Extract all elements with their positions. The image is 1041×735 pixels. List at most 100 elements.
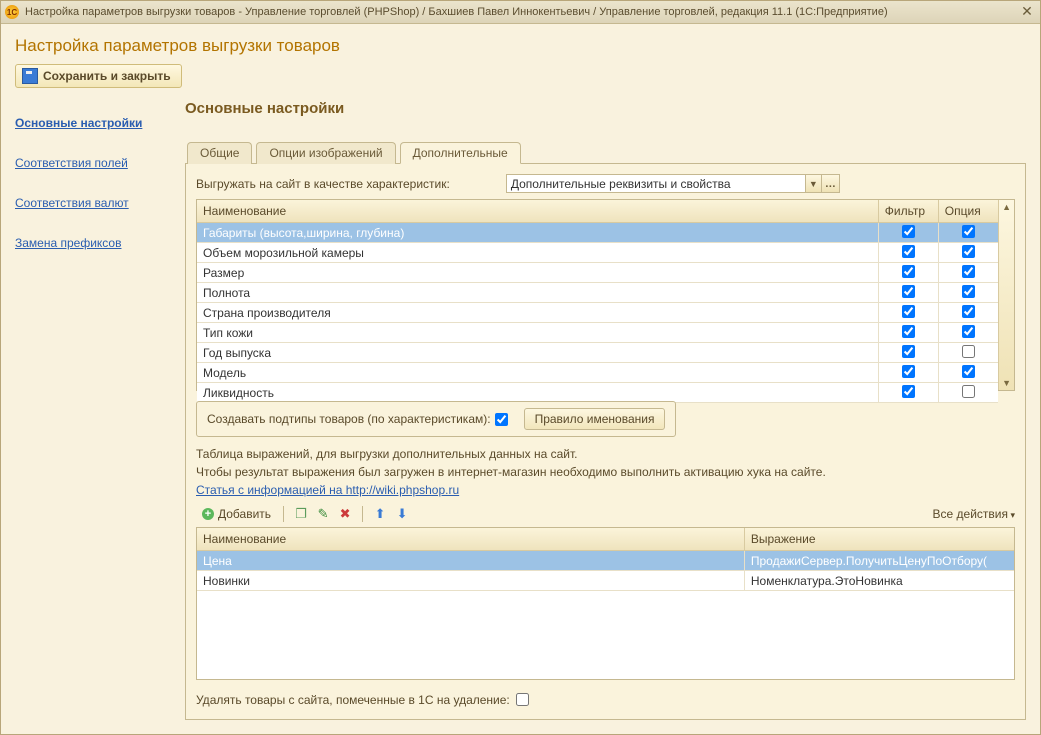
grid-blank-area[interactable] xyxy=(197,591,1014,679)
scroll-up-icon[interactable]: ▲ xyxy=(1002,200,1011,214)
sidebar-item-main-settings[interactable]: Основные настройки xyxy=(15,116,185,130)
option-checkbox[interactable] xyxy=(962,345,975,358)
sidebar-item-currency-mapping[interactable]: Соответствия валют xyxy=(15,196,185,210)
edit-icon[interactable]: ✎ xyxy=(315,506,331,522)
cell-option[interactable] xyxy=(938,383,998,403)
table-row[interactable]: Размер xyxy=(197,263,998,283)
titlebar: 1C Настройка параметров выгрузки товаров… xyxy=(1,1,1040,24)
cell-filter[interactable] xyxy=(878,323,938,343)
tab-image-options[interactable]: Опции изображений xyxy=(256,142,395,164)
export-characteristics-row: Выгружать на сайт в качестве характерист… xyxy=(196,174,1015,193)
ellipsis-button[interactable]: … xyxy=(822,174,840,193)
cell-name[interactable]: Габариты (высота,ширина, глубина) xyxy=(197,223,878,243)
cell-filter[interactable] xyxy=(878,263,938,283)
sidebar-item-prefix-replace[interactable]: Замена префиксов xyxy=(15,236,185,250)
cell-expr[interactable]: Номенклатура.ЭтоНовинка xyxy=(744,571,1014,591)
option-checkbox[interactable] xyxy=(962,305,975,318)
delete-icon[interactable]: ✖ xyxy=(337,506,353,522)
cell-filter[interactable] xyxy=(878,363,938,383)
col-expr[interactable]: Выражение xyxy=(744,528,1014,551)
col-filter[interactable]: Фильтр xyxy=(878,200,938,223)
cell-option[interactable] xyxy=(938,323,998,343)
toolbar: Сохранить и закрыть xyxy=(15,64,1026,88)
filter-checkbox[interactable] xyxy=(902,265,915,278)
table-row[interactable]: Год выпуска xyxy=(197,343,998,363)
cell-filter[interactable] xyxy=(878,343,938,363)
filter-checkbox[interactable] xyxy=(902,245,915,258)
cell-name[interactable]: Тип кожи xyxy=(197,323,878,343)
cell-name[interactable]: Объем морозильной камеры xyxy=(197,243,878,263)
cell-name[interactable]: Размер xyxy=(197,263,878,283)
cell-name[interactable]: Полнота xyxy=(197,283,878,303)
naming-rule-button[interactable]: Правило именования xyxy=(524,408,666,430)
table-row[interactable]: Тип кожи xyxy=(197,323,998,343)
filter-checkbox[interactable] xyxy=(902,345,915,358)
cell-option[interactable] xyxy=(938,243,998,263)
table-row[interactable]: Полнота xyxy=(197,283,998,303)
filter-checkbox[interactable] xyxy=(902,325,915,338)
filter-checkbox[interactable] xyxy=(902,285,915,298)
move-up-icon[interactable]: ⬆ xyxy=(372,506,388,522)
scrollbar[interactable]: ▲ ▼ xyxy=(998,200,1014,390)
filter-checkbox[interactable] xyxy=(902,385,915,398)
wiki-link[interactable]: Статья с информацией на http://wiki.phps… xyxy=(196,483,1015,497)
tab-general[interactable]: Общие xyxy=(187,142,252,164)
table-row[interactable]: Страна производителя xyxy=(197,303,998,323)
col-expr-name[interactable]: Наименование xyxy=(197,528,744,551)
expressions-grid: Наименование Выражение ЦенаПродажиСервер… xyxy=(196,527,1015,680)
cell-expr-name[interactable]: Цена xyxy=(197,551,744,571)
table-row[interactable]: Габариты (высота,ширина, глубина) xyxy=(197,223,998,243)
option-checkbox[interactable] xyxy=(962,265,975,278)
sidebar-item-field-mapping[interactable]: Соответствия полей xyxy=(15,156,185,170)
subtypes-checkbox[interactable] xyxy=(495,413,508,426)
cell-expr[interactable]: ПродажиСервер.ПолучитьЦенуПоОтбору( xyxy=(744,551,1014,571)
cell-expr-name[interactable]: Новинки xyxy=(197,571,744,591)
scroll-down-icon[interactable]: ▼ xyxy=(1002,376,1011,390)
separator xyxy=(362,506,363,522)
cell-filter[interactable] xyxy=(878,303,938,323)
table-row[interactable]: НовинкиНоменклатура.ЭтоНовинка xyxy=(197,571,1014,591)
export-characteristics-select[interactable]: Дополнительные реквизиты и свойства xyxy=(506,174,806,193)
cell-name[interactable]: Год выпуска xyxy=(197,343,878,363)
delete-marked-checkbox[interactable] xyxy=(516,693,529,706)
all-actions-menu[interactable]: Все действия xyxy=(933,507,1016,521)
table-row[interactable]: Объем морозильной камеры xyxy=(197,243,998,263)
option-checkbox[interactable] xyxy=(962,245,975,258)
cell-option[interactable] xyxy=(938,283,998,303)
close-icon[interactable]: ✕ xyxy=(1018,4,1036,20)
cell-filter[interactable] xyxy=(878,243,938,263)
cell-option[interactable] xyxy=(938,263,998,283)
cell-option[interactable] xyxy=(938,363,998,383)
add-button[interactable]: + Добавить xyxy=(196,505,277,523)
option-checkbox[interactable] xyxy=(962,365,975,378)
col-name[interactable]: Наименование xyxy=(197,200,878,223)
tab-additional[interactable]: Дополнительные xyxy=(400,142,521,164)
cell-filter[interactable] xyxy=(878,283,938,303)
cell-name[interactable]: Модель xyxy=(197,363,878,383)
sidebar: Основные настройки Соответствия полей Со… xyxy=(15,98,185,720)
table-row[interactable]: Модель xyxy=(197,363,998,383)
option-checkbox[interactable] xyxy=(962,225,975,238)
chevron-down-icon[interactable]: ▼ xyxy=(806,174,822,193)
option-checkbox[interactable] xyxy=(962,285,975,298)
cell-option[interactable] xyxy=(938,343,998,363)
option-checkbox[interactable] xyxy=(962,385,975,398)
table-row[interactable]: ЦенаПродажиСервер.ПолучитьЦенуПоОтбору( xyxy=(197,551,1014,571)
filter-checkbox[interactable] xyxy=(902,365,915,378)
filter-checkbox[interactable] xyxy=(902,225,915,238)
copy-icon[interactable]: ❐ xyxy=(293,506,309,522)
option-checkbox[interactable] xyxy=(962,325,975,338)
move-down-icon[interactable]: ⬇ xyxy=(394,506,410,522)
filter-checkbox[interactable] xyxy=(902,305,915,318)
cell-filter[interactable] xyxy=(878,383,938,403)
col-option[interactable]: Опция xyxy=(938,200,998,223)
cell-name[interactable]: Страна производителя xyxy=(197,303,878,323)
save-and-close-button[interactable]: Сохранить и закрыть xyxy=(15,64,182,88)
delete-marked-row: Удалять товары с сайта, помеченные в 1С … xyxy=(196,690,1015,709)
cell-name[interactable]: Ликвидность xyxy=(197,383,878,403)
characteristics-grid: Наименование Фильтр Опция Габариты (высо… xyxy=(196,199,1015,391)
cell-option[interactable] xyxy=(938,223,998,243)
cell-option[interactable] xyxy=(938,303,998,323)
cell-filter[interactable] xyxy=(878,223,938,243)
table-row[interactable]: Ликвидность xyxy=(197,383,998,403)
